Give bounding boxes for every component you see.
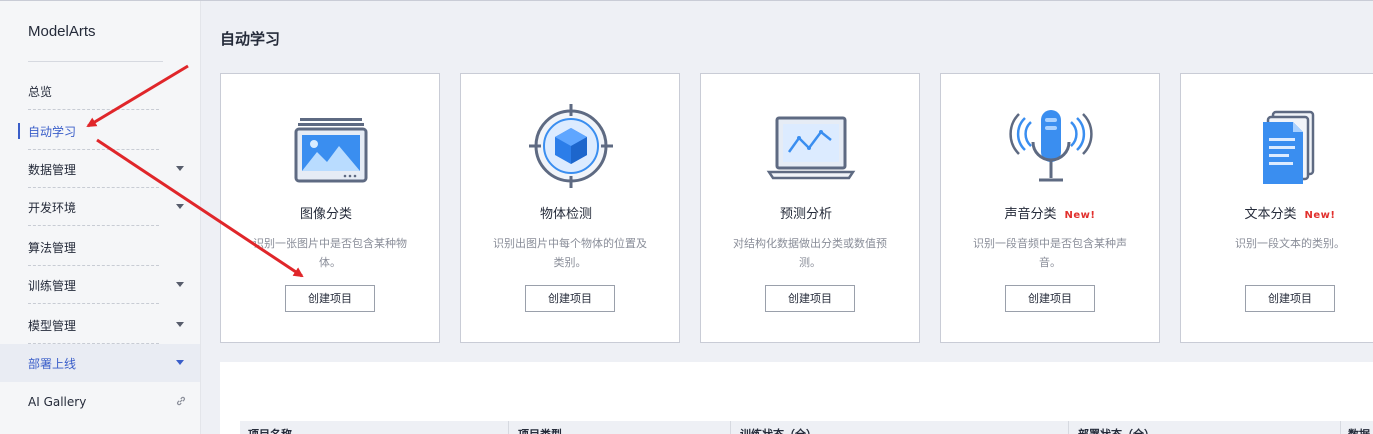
text-classification-icon [1263,110,1315,184]
create-project-button[interactable]: 创建项目 [285,285,375,312]
column-divider [508,421,509,434]
top-border [0,0,1373,1]
card-object-detection: 物体检测 识别出图片中每个物体的位置及类别。 创建项目 [460,73,680,343]
card-description: 识别出图片中每个物体的位置及类别。 [493,237,647,269]
prediction-analysis-icon [766,116,856,180]
sidebar-item-ai-gallery[interactable]: AI Gallery [0,384,200,422]
project-list-panel: 项目名称 项目类型 训练状态（全） 部署状态（全） 数据 [220,362,1373,434]
brand-title: ModelArts [28,23,96,40]
caret-down-icon[interactable] [176,360,184,365]
column-header-project-name[interactable]: 项目名称 [248,426,292,434]
sidebar-item-label: 算法管理 [28,241,77,255]
caret-down-icon[interactable] [176,282,184,287]
new-badge: New! [1304,210,1336,221]
column-divider [730,421,731,434]
create-project-button[interactable]: 创建项目 [525,285,615,312]
page-title: 自动学习 [220,30,281,48]
column-header-training-status[interactable]: 训练状态（全） [740,426,817,434]
caret-down-icon[interactable] [176,204,184,209]
sidebar-item-dev-environment[interactable]: 开发环境 [0,188,200,226]
column-header-data[interactable]: 数据 [1348,426,1370,434]
sidebar-item-label: 模型管理 [28,319,77,333]
card-title: 图像分类 [221,203,439,222]
table-header: 项目名称 项目类型 训练状态（全） 部署状态（全） 数据 [240,421,1373,434]
sidebar-item-label: 训练管理 [28,279,77,293]
card-description: 识别一段音频中是否包含某种声音。 [973,237,1127,269]
sidebar-item-algorithm-management[interactable]: 算法管理 [0,228,200,266]
create-project-button[interactable]: 创建项目 [1005,285,1095,312]
card-title: 文本分类 New! [1181,203,1373,222]
card-sound-classification: 声音分类 New! 识别一段音频中是否包含某种声音。 创建项目 [940,73,1160,343]
sidebar-item-label: AI Gallery [28,395,87,409]
caret-down-icon[interactable] [176,166,184,171]
card-title-text: 文本分类 [1244,207,1297,222]
card-title-text: 物体检测 [539,207,592,222]
card-description: 对结构化数据做出分类或数值预测。 [733,237,887,269]
card-prediction-analysis: 预测分析 对结构化数据做出分类或数值预测。 创建项目 [700,73,920,343]
column-header-project-type[interactable]: 项目类型 [518,426,562,434]
card-title: 物体检测 [461,203,679,222]
column-divider [1068,421,1069,434]
card-title-text: 预测分析 [779,207,832,222]
image-classification-icon [294,118,368,183]
brand-divider [28,61,163,62]
sidebar-item-overview[interactable]: 总览 [0,72,200,110]
card-title: 预测分析 [701,203,919,222]
sidebar-item-model-management[interactable]: 模型管理 [0,306,200,344]
card-text-classification: 文本分类 New! 识别一段文本的类别。 创建项目 [1180,73,1373,343]
object-detection-icon [529,104,613,188]
sidebar-item-label: 总览 [28,85,53,99]
new-badge: New! [1064,210,1096,221]
divider [28,303,159,304]
card-title: 声音分类 New! [941,203,1159,222]
card-title-text: 图像分类 [299,207,352,222]
column-header-deploy-status[interactable]: 部署状态（全） [1078,426,1155,434]
sidebar-item-auto-learning[interactable]: 自动学习 [0,112,200,150]
sidebar-item-training-management[interactable]: 训练管理 [0,266,200,304]
link-icon [176,396,186,406]
sidebar: ModelArts 总览 自动学习 数据管理 开发环境 算法管理 训练管理 模型… [0,1,201,434]
create-project-button[interactable]: 创建项目 [765,285,855,312]
column-divider [1340,421,1341,434]
sidebar-item-label: 开发环境 [28,201,77,215]
sidebar-item-data-management[interactable]: 数据管理 [0,150,200,188]
sidebar-item-deployment[interactable]: 部署上线 [0,344,200,382]
sound-classification-icon [1009,110,1093,182]
caret-down-icon[interactable] [176,322,184,327]
create-project-button[interactable]: 创建项目 [1245,285,1335,312]
divider [28,225,159,226]
divider [28,109,159,110]
sidebar-item-label: 数据管理 [28,163,77,177]
sidebar-item-label: 部署上线 [28,357,77,371]
card-title-text: 声音分类 [1004,207,1057,222]
active-indicator [18,123,20,139]
sidebar-item-label: 自动学习 [28,125,77,139]
card-image-classification: 图像分类 识别一张图片中是否包含某种物体。 创建项目 [220,73,440,343]
card-description: 识别一段文本的类别。 [1235,237,1345,250]
card-description: 识别一张图片中是否包含某种物体。 [253,237,407,269]
